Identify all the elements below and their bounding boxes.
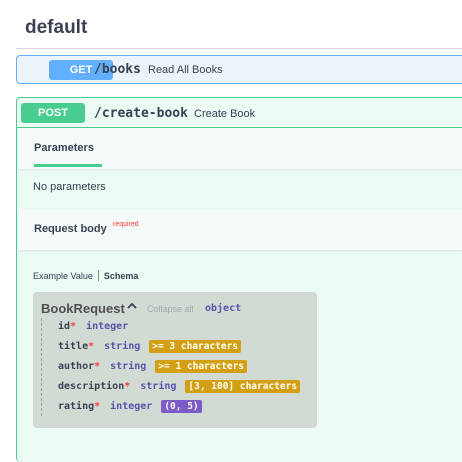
operation-summary[interactable]: Create Book xyxy=(194,108,255,120)
property-row: author * string >= 1 characters xyxy=(58,360,248,373)
property-type: integer xyxy=(86,321,129,332)
tab-example-value[interactable]: Example Value xyxy=(33,271,93,281)
tab-divider xyxy=(97,270,99,281)
collapse-all-link[interactable]: Collapse all xyxy=(147,304,194,314)
required-star: * xyxy=(124,381,131,392)
section-divider xyxy=(16,48,462,49)
required-marker: required xyxy=(113,221,139,228)
chevron-up-icon[interactable] xyxy=(127,300,137,314)
property-name: id xyxy=(58,321,71,332)
property-type: integer xyxy=(110,401,153,412)
tab-parameters[interactable]: Parameters xyxy=(34,142,94,154)
property-type: string xyxy=(110,361,147,372)
required-star: * xyxy=(70,321,77,332)
constraint-badge: [3, 100] characters xyxy=(185,380,301,393)
no-parameters-text: No parameters xyxy=(33,181,106,193)
property-name: description xyxy=(58,381,125,392)
property-row: id * integer xyxy=(58,321,137,332)
constraint-badge: >= 3 characters xyxy=(149,340,242,353)
request-body-label: Request body xyxy=(34,223,107,235)
range-badge: (0, 5) xyxy=(161,400,202,413)
operation-summary: Read All Books xyxy=(148,64,223,76)
operation-post-create-book: POST /create-book Create Book Parameters… xyxy=(16,97,462,462)
constraint-badge: >= 1 characters xyxy=(155,360,248,373)
tab-active-indicator xyxy=(34,164,102,167)
required-star: * xyxy=(94,401,101,412)
operation-get-books[interactable]: GET /books Read All Books xyxy=(16,55,462,84)
tab-schema[interactable]: Schema xyxy=(104,271,139,281)
property-type: string xyxy=(140,381,177,392)
operation-path[interactable]: /create-book xyxy=(94,106,188,121)
property-rail xyxy=(41,318,42,416)
property-row: rating * integer (0, 5) xyxy=(58,400,202,413)
section-title[interactable]: default xyxy=(25,17,87,39)
model-tabs: Example Value Schema xyxy=(33,270,138,281)
property-type: string xyxy=(104,341,141,352)
schema-model-box: BookRequest Collapse all object id * int… xyxy=(33,292,317,428)
model-name[interactable]: BookRequest xyxy=(41,301,125,316)
parameters-header: Parameters xyxy=(18,128,462,169)
operation-path: /books xyxy=(94,62,141,77)
property-name: rating xyxy=(58,401,95,412)
required-star: * xyxy=(94,361,101,372)
property-name: author xyxy=(58,361,95,372)
method-badge-post[interactable]: POST xyxy=(21,103,85,123)
property-row: description * string [3, 100] characters xyxy=(58,380,301,393)
request-body-header: Request body required xyxy=(18,209,462,250)
required-star: * xyxy=(88,341,95,352)
model-type: object xyxy=(205,303,242,314)
property-row: title * string >= 3 characters xyxy=(58,340,242,353)
property-name: title xyxy=(58,341,89,352)
